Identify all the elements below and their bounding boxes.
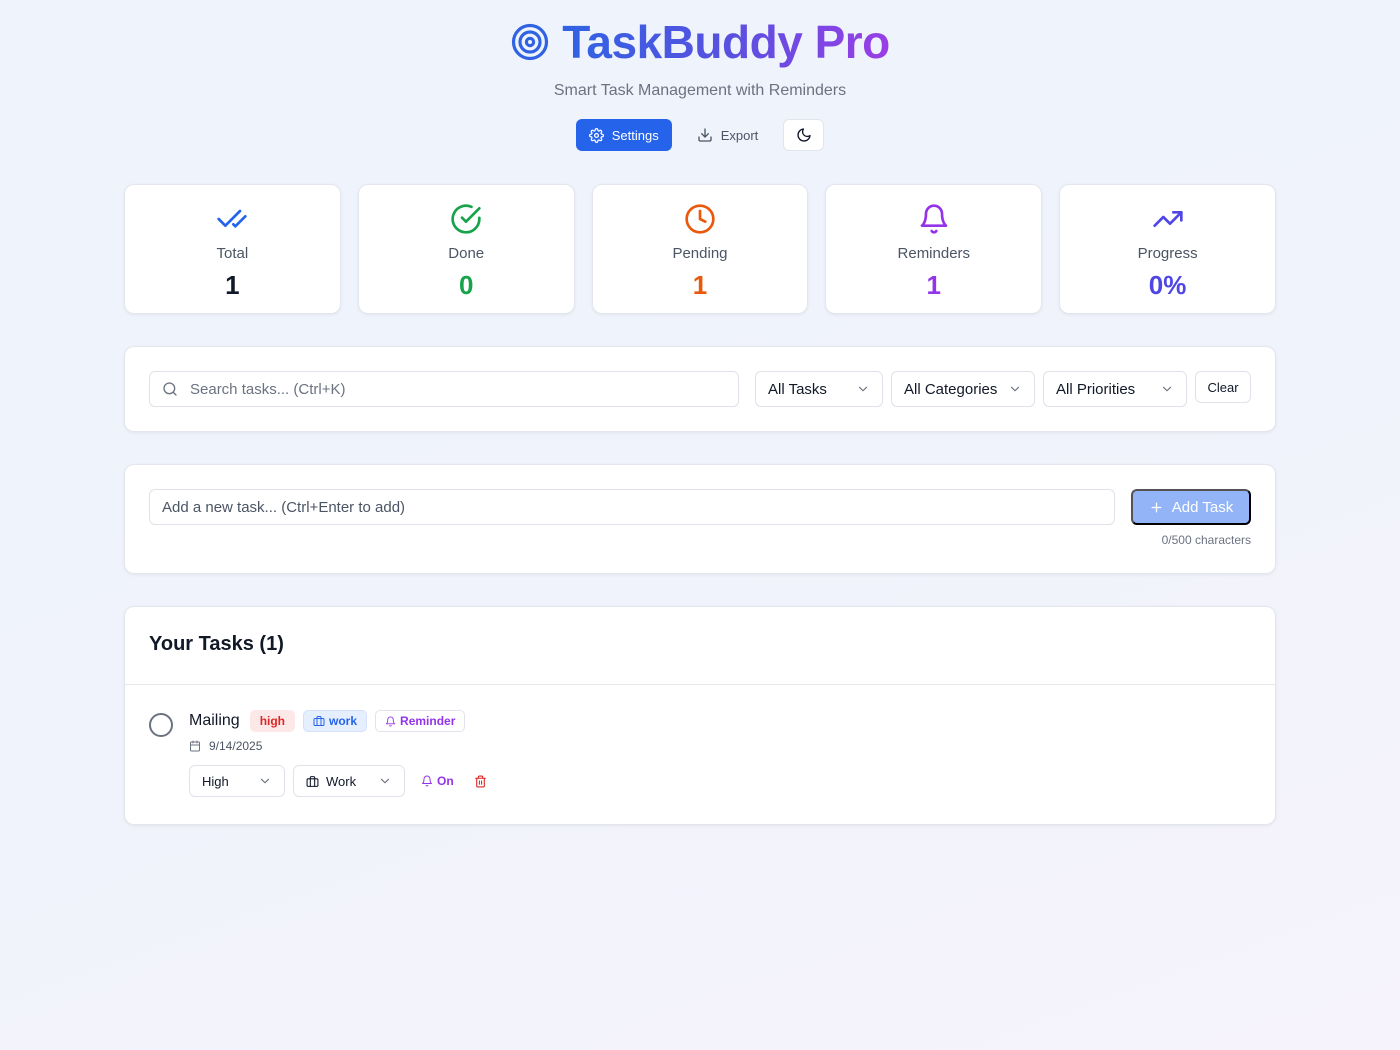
app-header: TaskBuddy Pro Smart Task Management with… [0, 14, 1400, 151]
new-task-input[interactable] [149, 489, 1115, 525]
app-title: TaskBuddy Pro [562, 16, 890, 68]
stats-row: Total 1 Done 0 Pending 1 Reminders 1 Pro… [124, 184, 1276, 314]
search-box[interactable] [149, 371, 739, 407]
stat-card-progress: Progress 0% [1059, 184, 1276, 314]
chevron-down-icon [1010, 386, 1020, 392]
reminder-badge: Reminder [375, 710, 466, 732]
stat-label: Done [448, 245, 485, 262]
moon-icon [797, 128, 811, 142]
target-icon [512, 23, 549, 61]
search-icon [163, 382, 177, 396]
task-complete-checkbox[interactable] [149, 713, 173, 737]
calendar-icon [190, 740, 200, 752]
add-task-button[interactable]: Add Task [1131, 489, 1251, 525]
task-category-display: Work [306, 774, 356, 789]
stat-card-total: Total 1 [124, 184, 341, 314]
task-item: Mailing high work Reminder 9/14/2025 Hig… [125, 685, 1275, 825]
stat-value: 1 [225, 270, 240, 300]
stat-label: Total [216, 245, 249, 262]
task-composer: Add Task 0/500 characters [124, 464, 1276, 574]
chevron-down-icon [858, 386, 868, 392]
stat-card-pending: Pending 1 [591, 184, 809, 314]
category-filter-value: All Categories [904, 380, 998, 398]
stat-value: 1 [926, 270, 942, 300]
settings-label: Settings [611, 127, 659, 143]
theme-toggle-button[interactable] [783, 119, 825, 151]
task-priority-select[interactable]: High [189, 765, 285, 797]
reminder-toggle-button[interactable]: On [413, 765, 462, 797]
char-counter: 0/500 characters [1161, 533, 1251, 547]
app-subtitle: Smart Task Management with Reminders [553, 82, 847, 99]
task-list-card: Your Tasks (1) Mailing high work Reminde… [124, 606, 1276, 825]
chevron-down-icon [1162, 386, 1172, 392]
trash-icon [474, 775, 486, 787]
task-category-value: Work [326, 773, 357, 789]
task-date: 9/14/2025 [189, 739, 491, 753]
clear-filters-button[interactable]: Clear [1195, 371, 1251, 403]
clock-icon [685, 204, 715, 234]
bell-icon [422, 775, 432, 787]
brand: TaskBuddy Pro [510, 14, 890, 70]
task-name: Mailing [189, 712, 240, 729]
reminder-badge-label: Reminder [400, 714, 456, 728]
bell-icon [385, 716, 396, 727]
delete-task-button[interactable] [470, 765, 491, 797]
stat-value: 0% [1148, 270, 1187, 300]
trending-up-icon [1152, 211, 1183, 227]
task-list-header: Your Tasks (1) [125, 607, 1275, 685]
priority-badge: high [249, 710, 296, 732]
bell-icon [920, 204, 948, 234]
task-content: Mailing high work Reminder 9/14/2025 Hig… [189, 709, 491, 797]
stat-label: Reminders [897, 245, 971, 262]
chevron-down-icon [380, 778, 390, 784]
task-title-line: Mailing high work Reminder [189, 709, 491, 733]
priority-filter-value: All Priorities [1056, 380, 1136, 398]
export-button[interactable]: Export [684, 119, 772, 151]
search-input[interactable] [190, 380, 730, 398]
task-priority-value: High [202, 773, 229, 789]
filter-bar: All Tasks All Categories All Priorities … [124, 346, 1276, 432]
settings-button[interactable]: Settings [575, 119, 672, 151]
category-badge: work [303, 710, 368, 732]
plus-icon [1151, 502, 1162, 512]
task-category-select[interactable]: Work [293, 765, 405, 797]
status-filter-select[interactable]: All Tasks [755, 371, 883, 407]
stat-card-done: Done 0 [357, 184, 575, 314]
double-check-icon [217, 209, 248, 228]
stat-value: 1 [692, 270, 708, 300]
stat-label: Progress [1137, 245, 1198, 262]
gear-icon [588, 127, 604, 143]
task-date-value: 9/14/2025 [209, 739, 263, 753]
download-icon [698, 128, 712, 142]
task-controls: High Work On [189, 765, 491, 797]
task-list-title: Your Tasks (1) [149, 633, 284, 655]
chevron-down-icon [260, 778, 270, 784]
stat-label: Pending [672, 245, 728, 262]
stat-card-reminders: Reminders 1 [825, 184, 1043, 314]
category-badge-label: work [329, 714, 358, 728]
stat-value: 0 [458, 270, 474, 300]
check-circle-icon [451, 204, 481, 234]
briefcase-icon [306, 775, 319, 787]
briefcase-icon [313, 716, 325, 726]
status-filter-value: All Tasks [768, 380, 827, 398]
add-task-label: Add Task [1171, 498, 1234, 516]
export-label: Export [720, 127, 759, 143]
header-actions: Settings Export [0, 119, 1400, 151]
category-filter-select[interactable]: All Categories [891, 371, 1035, 407]
reminder-toggle-label: On [437, 774, 454, 788]
priority-filter-select[interactable]: All Priorities [1043, 371, 1187, 407]
